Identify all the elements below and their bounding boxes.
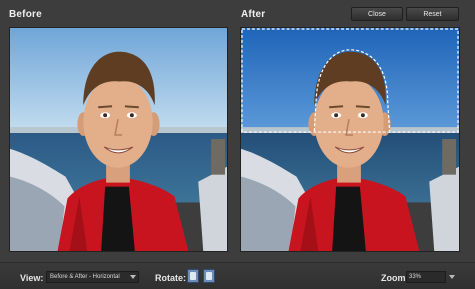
before-image[interactable] (9, 27, 228, 252)
bottom-toolbar: View: Before & After - Horizontal Rotate… (0, 262, 475, 289)
after-photo-illustration (241, 28, 459, 251)
photomerge-window: Before After Close Reset View: Before & … (0, 0, 475, 289)
before-photo-illustration (10, 28, 227, 251)
zoom-field[interactable]: 33% (406, 271, 446, 283)
reset-button[interactable]: Reset (406, 7, 459, 21)
chevron-down-icon (130, 275, 136, 279)
view-mode-value: Before & After - Horizontal (50, 274, 120, 280)
after-image[interactable] (240, 27, 460, 252)
view-label: View: (20, 273, 44, 283)
rotate-left-icon[interactable] (187, 269, 199, 283)
zoom-label: Zoom: (381, 273, 409, 283)
before-label: Before (9, 9, 42, 20)
after-label: After (241, 9, 266, 20)
rotate-label: Rotate: (155, 273, 186, 283)
zoom-chevron-down-icon[interactable] (449, 275, 455, 279)
close-button[interactable]: Close (351, 7, 403, 21)
view-mode-select[interactable]: Before & After - Horizontal (46, 271, 139, 283)
rotate-right-icon[interactable] (203, 269, 215, 283)
